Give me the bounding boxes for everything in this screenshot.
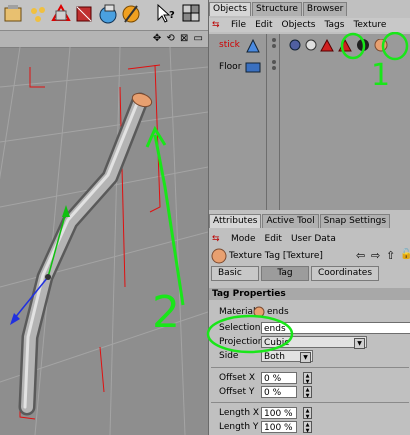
lock-icon[interactable]: 🔓 (400, 249, 410, 260)
offset-y-row: Offset Y 0 % ▲ ▼ (209, 386, 410, 400)
grip-icon[interactable]: ⇆ (212, 234, 222, 244)
menu-edit[interactable]: Edit (255, 20, 272, 30)
tab-attributes[interactable]: Attributes (209, 214, 262, 228)
offset-y-field[interactable]: 0 % (261, 386, 297, 398)
attributes-tabs: Attributes Active Tool Snap Settings (209, 214, 391, 228)
attributes-title: Texture Tag [Texture] (229, 251, 323, 261)
menu-objects[interactable]: Objects (282, 20, 316, 30)
object-tag-icon[interactable] (245, 39, 261, 53)
menu-tags[interactable]: Tags (325, 20, 345, 30)
stepper-icon[interactable]: ▲ ▼ (303, 407, 312, 420)
back-arrow-icon[interactable]: ⇦ (356, 249, 365, 262)
render-settings-icon[interactable] (2, 2, 24, 26)
stepper-icon[interactable]: ▲ ▼ (303, 421, 312, 434)
visibility-dots-icon[interactable] (269, 59, 279, 73)
menu-mode[interactable]: Mode (231, 234, 256, 244)
viewport-nav-icons[interactable]: ✥ ⟲ ⊠ ▭ (153, 33, 204, 44)
main-toolbar: ? (0, 0, 208, 31)
subtab-tag[interactable]: Tag (261, 266, 309, 281)
stepper-icon[interactable]: ▲ ▼ (303, 386, 312, 399)
stepper-icon[interactable]: ▲ ▼ (303, 372, 312, 385)
annotation-number-1: 1 (371, 58, 391, 93)
subtab-coordinates[interactable]: Coordinates (311, 266, 380, 281)
edges-mode-icon[interactable] (50, 2, 72, 26)
attributes-title-bar: Texture Tag [Texture] ⇦ ⇨ ⇧ 🔓 (211, 248, 410, 264)
forward-arrow-icon[interactable]: ⇨ (371, 249, 380, 262)
length-y-field[interactable]: 100 % (261, 421, 297, 433)
object-name[interactable]: stick (219, 40, 240, 50)
tab-structure[interactable]: Structure (252, 2, 302, 16)
tab-objects[interactable]: Objects (209, 2, 252, 16)
polygons-mode-icon[interactable] (73, 2, 95, 26)
layout-icon[interactable] (180, 2, 202, 26)
attribute-subtabs: Basic Tag Coordinates (211, 266, 381, 281)
menu-edit[interactable]: Edit (265, 234, 282, 244)
menu-texture[interactable]: Texture (353, 20, 386, 30)
objects-menubar: ⇆ File Edit Objects Tags Texture (209, 18, 410, 32)
help-cursor-icon[interactable]: ? (155, 2, 177, 26)
chevron-down-icon[interactable]: ▼ (354, 338, 365, 349)
length-y-row: Length Y 100 % ▲ ▼ (209, 421, 410, 435)
length-x-row: Length X 100 % ▲ ▼ (209, 407, 410, 421)
menu-file[interactable]: File (231, 20, 246, 30)
length-y-label: Length Y (219, 422, 259, 432)
tab-active-tool[interactable]: Active Tool (262, 214, 319, 228)
attributes-menubar: ⇆ Mode Edit User Data (209, 232, 410, 246)
length-x-label: Length X (219, 408, 260, 418)
texture-tag-icon (211, 248, 227, 264)
objects-tabs: Objects Structure Browser (209, 2, 348, 16)
object-name[interactable]: Floor (219, 62, 241, 72)
svg-text:?: ? (169, 10, 175, 21)
menu-user-data[interactable]: User Data (291, 234, 336, 244)
object-list[interactable]: stick Floor 1 (209, 32, 410, 210)
annotation-number-2: 2 (152, 287, 180, 338)
viewport-scene[interactable] (0, 47, 208, 435)
subtab-basic[interactable]: Basic (211, 266, 259, 281)
floor-icon[interactable] (245, 60, 261, 74)
up-arrow-icon[interactable]: ⇧ (386, 249, 395, 262)
chevron-down-icon[interactable]: ▼ (300, 352, 311, 363)
light-icon[interactable] (120, 2, 142, 26)
visibility-dots-icon[interactable] (269, 37, 279, 51)
camera-icon[interactable] (97, 2, 119, 26)
points-mode-icon[interactable] (27, 2, 49, 26)
tab-snap-settings[interactable]: Snap Settings (319, 214, 391, 228)
divider (211, 402, 409, 403)
length-x-field[interactable]: 100 % (261, 407, 297, 419)
viewport-header: ✥ ⟲ ⊠ ▭ (0, 31, 208, 48)
tab-browser[interactable]: Browser (302, 2, 348, 16)
offset-y-label: Offset Y (219, 387, 255, 397)
grip-icon[interactable]: ⇆ (212, 20, 222, 30)
